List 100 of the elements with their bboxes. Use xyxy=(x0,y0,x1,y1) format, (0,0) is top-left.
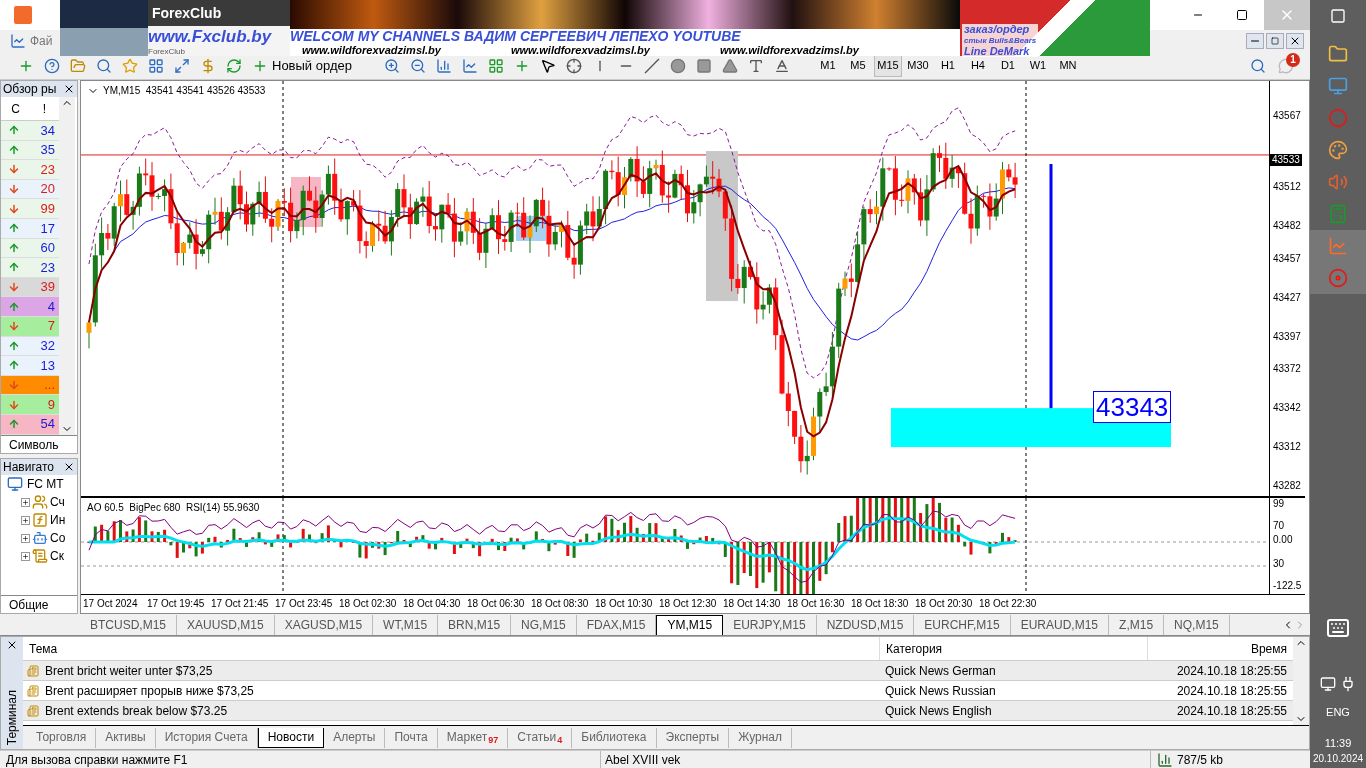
news-row[interactable]: Brent bricht weiter unter $73,25 Quick News German 2024.10.18 18:25:55 xyxy=(23,661,1293,681)
news-row[interactable]: Brent extends break below $73.25 Quick News English 2024.10.18 18:25:55 xyxy=(23,701,1293,721)
expand-icon[interactable] xyxy=(21,515,30,525)
timeframe-button[interactable]: D1 xyxy=(993,54,1022,77)
tree-item[interactable]: Ин xyxy=(50,511,66,529)
network-icon[interactable] xyxy=(1320,676,1336,692)
timeframe-button[interactable]: W1 xyxy=(1023,54,1052,77)
zoom-in-icon[interactable] xyxy=(383,57,400,74)
folder-icon[interactable] xyxy=(70,57,86,74)
cursor-icon[interactable] xyxy=(539,57,556,74)
expand-icon[interactable] xyxy=(174,57,190,74)
symbol-row[interactable]: 23 xyxy=(1,160,59,180)
chart-tab[interactable]: EURAUD,M15 xyxy=(1010,614,1110,635)
star-icon[interactable] xyxy=(122,57,138,74)
chart-tab[interactable]: EURCHF,M15 xyxy=(914,614,1011,635)
clock-date[interactable]: 20.10.2024 xyxy=(1312,751,1364,766)
symbol-row[interactable]: 34 xyxy=(1,121,59,141)
symbol-row[interactable]: 60 xyxy=(1,238,59,259)
chart-tab[interactable]: NG,M15 xyxy=(511,614,577,635)
timeframe-button[interactable]: M1 xyxy=(813,54,842,77)
terminal-tab[interactable]: Активы xyxy=(96,727,156,748)
chart-tab[interactable]: WT,M15 xyxy=(373,614,439,635)
monitor-icon[interactable] xyxy=(1328,76,1348,96)
chart-tab[interactable]: NQ,M15 xyxy=(1164,614,1230,635)
search-icon[interactable] xyxy=(1250,57,1266,74)
symbol-row[interactable]: 17 xyxy=(1,218,59,239)
clock-time[interactable]: 11:39 xyxy=(1324,734,1352,751)
symbol-row[interactable]: 23 xyxy=(1,258,59,278)
tree-item[interactable]: Сч xyxy=(50,493,65,511)
column-header[interactable]: С xyxy=(1,97,30,120)
close-button[interactable] xyxy=(1286,33,1304,49)
text-icon[interactable] xyxy=(747,57,764,74)
layout-icon[interactable] xyxy=(148,57,164,74)
close-icon[interactable] xyxy=(63,461,75,473)
bar-chart-icon[interactable] xyxy=(435,57,452,74)
expand-icon[interactable] xyxy=(21,497,30,507)
new-order-button[interactable]: Новый ордер xyxy=(248,54,356,77)
chart-tab[interactable]: EURJPY,M15 xyxy=(723,614,817,635)
ellipse-icon[interactable] xyxy=(669,57,686,74)
column-header[interactable]: ! xyxy=(30,97,59,120)
symbol-row[interactable]: 32 xyxy=(1,336,59,357)
close-icon[interactable] xyxy=(63,83,75,95)
chat-icon[interactable] xyxy=(1278,57,1294,74)
terminal-tab[interactable]: Новости xyxy=(257,727,325,748)
chart-tab[interactable]: NZDUSD,M15 xyxy=(816,614,915,635)
palette-icon[interactable] xyxy=(1328,140,1348,160)
column-header[interactable]: Тема xyxy=(23,637,879,660)
timeframe-button[interactable]: M15 xyxy=(873,54,902,77)
terminal-tab[interactable]: История Счета xyxy=(155,727,258,748)
triangle-icon[interactable] xyxy=(721,57,738,74)
zoom-out-icon[interactable] xyxy=(409,57,426,74)
chart-tab[interactable]: BRN,M15 xyxy=(438,614,512,635)
timeframe-button[interactable]: M30 xyxy=(903,54,932,77)
terminal-tab[interactable]: Журнал xyxy=(729,727,793,748)
symbol-row[interactable]: 99 xyxy=(1,199,59,219)
column-header[interactable]: Категория xyxy=(879,637,1147,660)
terminal-tab[interactable]: Эксперты xyxy=(656,727,730,748)
scrollbar[interactable] xyxy=(1293,637,1309,725)
trendline-icon[interactable] xyxy=(643,57,660,74)
terminal-tab[interactable]: Почта xyxy=(385,727,438,748)
power-icon[interactable] xyxy=(1340,676,1356,692)
label-icon[interactable] xyxy=(773,57,790,74)
chart-tab[interactable]: BTCUSD,M15 xyxy=(80,614,177,635)
symbol-row[interactable]: 9 xyxy=(1,395,59,415)
refresh-icon[interactable] xyxy=(226,57,242,74)
keyboard-icon[interactable] xyxy=(1326,616,1350,640)
scrollbar[interactable] xyxy=(59,97,75,435)
symbol-row[interactable]: 7 xyxy=(1,316,59,337)
chart-tab[interactable]: XAGUSD,M15 xyxy=(274,614,374,635)
symbol-row[interactable]: 13 xyxy=(1,356,59,376)
close-icon[interactable] xyxy=(6,639,18,651)
expand-icon[interactable] xyxy=(21,551,30,561)
expand-icon[interactable] xyxy=(21,533,30,543)
language-indicator[interactable]: ENG xyxy=(1326,704,1350,721)
tree-item[interactable]: FC MT xyxy=(27,475,64,493)
symbol-row[interactable]: 20 xyxy=(1,179,59,200)
line-chart-icon[interactable] xyxy=(461,57,478,74)
symbol-row[interactable]: 35 xyxy=(1,140,59,161)
chart-tab[interactable]: XAUUSD,M15 xyxy=(177,614,275,635)
chart-tab[interactable]: YM,M15 xyxy=(656,614,724,635)
maximize-icon[interactable] xyxy=(1236,9,1248,21)
symbol-row[interactable]: 4 xyxy=(1,297,59,317)
terminal-tab[interactable]: Алерты xyxy=(324,727,386,748)
symbol-row[interactable]: 54 xyxy=(1,414,59,435)
dollar-icon[interactable] xyxy=(200,57,216,74)
tree-item[interactable]: Ск xyxy=(50,547,64,565)
timeframe-button[interactable]: MN xyxy=(1053,54,1082,77)
timeframe-button[interactable]: H1 xyxy=(933,54,962,77)
folder-icon[interactable] xyxy=(1328,44,1348,64)
panel-tab[interactable]: Общие xyxy=(1,595,77,613)
grid-icon[interactable] xyxy=(487,57,504,74)
terminal-tab[interactable]: Торговля xyxy=(27,727,97,748)
zoom-icon[interactable] xyxy=(96,57,112,74)
tree-item[interactable]: Со xyxy=(50,529,66,547)
menu-item[interactable]: Фай xyxy=(30,32,53,50)
chart-tab[interactable]: Z,M15 xyxy=(1109,614,1165,635)
help-icon[interactable] xyxy=(44,57,60,74)
terminal-tab[interactable]: Библиотека xyxy=(572,727,657,748)
minimize-button[interactable] xyxy=(1246,33,1264,49)
rectangle-icon[interactable] xyxy=(695,57,712,74)
